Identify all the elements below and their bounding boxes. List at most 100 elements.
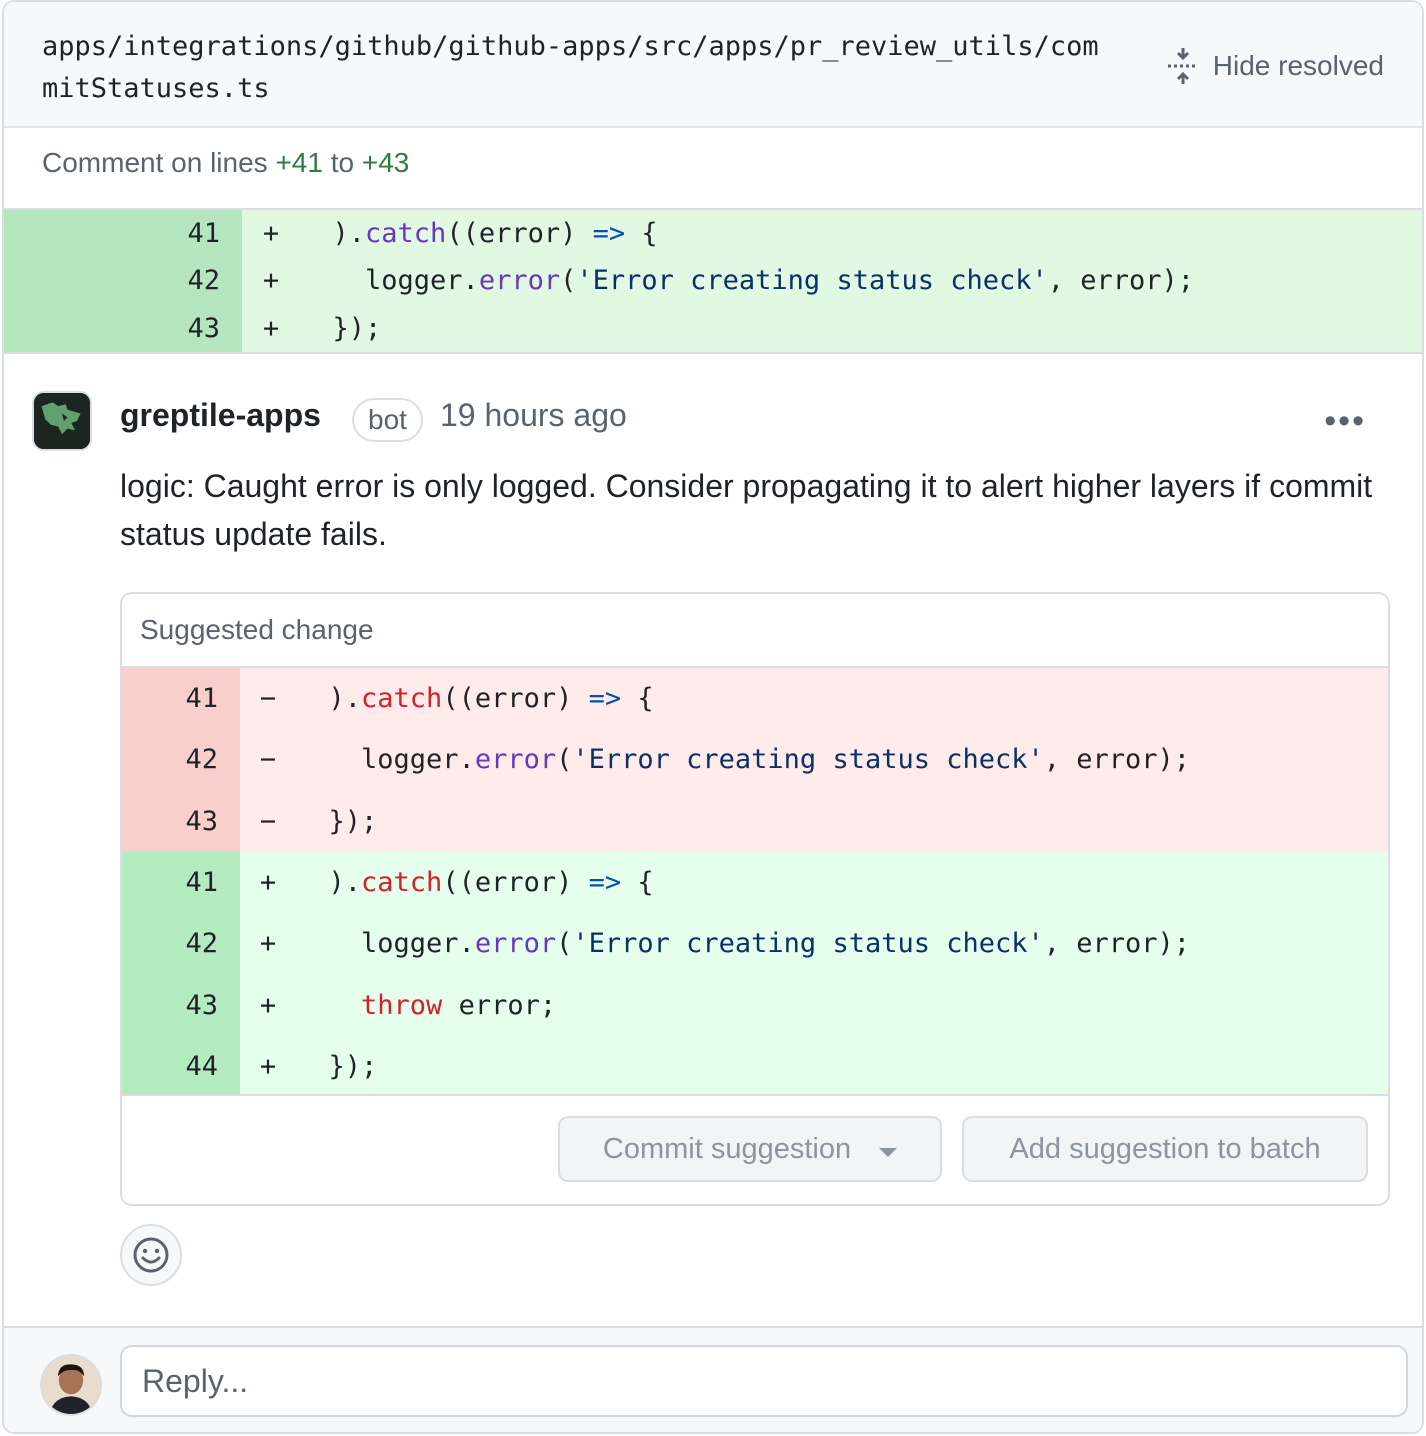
suggestion-diff: 41− ). catch ((error) => {42− logger. error…	[122, 668, 1388, 1098]
file-path[interactable]: apps/integrations/github/github-apps/src…	[42, 26, 1102, 110]
code-token: });	[296, 1050, 378, 1082]
code-token: , error);	[1043, 928, 1191, 960]
commit-suggestion-button[interactable]: Commit suggestion	[558, 1116, 942, 1182]
avatar[interactable]	[32, 391, 92, 451]
greptile-logo-icon	[34, 393, 90, 449]
comment-range-end: +43	[361, 147, 410, 178]
diff-sign: +	[259, 928, 277, 960]
hide-resolved-button[interactable]: Hide resolved	[1165, 42, 1384, 90]
suggested-change: Suggested change 41− ). catch ((error) => …	[120, 592, 1390, 1206]
code-token: ).	[296, 683, 362, 715]
code-token: ).	[300, 218, 366, 250]
comment-timestamp[interactable]: 19 hours ago	[440, 397, 627, 434]
add-to-batch-label: Add suggestion to batch	[1009, 1132, 1321, 1165]
code-token: catch	[365, 218, 447, 250]
code-token: =>	[588, 867, 622, 899]
code-token: error	[474, 744, 557, 776]
code-text: });	[296, 1036, 378, 1097]
line-number[interactable]: 42	[122, 913, 240, 975]
code-token: logger.	[296, 928, 475, 960]
diff-line: 41 + ). catch ((error) => {	[4, 210, 1422, 258]
comment-author[interactable]: greptile-apps	[120, 397, 321, 434]
code-token: 'Error creating status check'	[576, 265, 1048, 297]
code-token: catch	[361, 867, 443, 899]
code-text: });	[296, 791, 378, 852]
code-token: error	[478, 265, 561, 297]
reply-input[interactable]	[120, 1345, 1408, 1417]
code-token: , error);	[1043, 744, 1191, 776]
code-text: logger. error('Error creating status chec…	[300, 257, 1194, 304]
code-text: throw error;	[296, 974, 556, 1035]
code-token: logger.	[300, 265, 479, 297]
code-token: =>	[588, 683, 622, 715]
comment-body: logic: Caught error is only logged. Cons…	[120, 468, 1373, 552]
code-token: {	[621, 867, 654, 899]
code-token: error;	[442, 989, 557, 1021]
comment-range: Comment on lines +41 to +43	[42, 147, 409, 179]
smiley-icon	[133, 1237, 169, 1273]
diff-line: 41 + ). catch ((error) => {	[122, 851, 1388, 914]
avatar[interactable]	[40, 1354, 102, 1416]
diff-line: 42− logger. error('Error creating status …	[122, 729, 1388, 791]
suggestion-actions: Commit suggestion Add suggestion to batc…	[122, 1094, 1388, 1204]
add-reaction-button[interactable]	[120, 1224, 182, 1286]
diff-line: 44 + });	[122, 1035, 1388, 1098]
code-token: (	[556, 928, 573, 960]
code-text: logger. error('Error creating status chec…	[296, 913, 1190, 974]
code-text: logger. error('Error creating status chec…	[296, 729, 1190, 790]
diff-sign: +	[259, 867, 277, 899]
code-token: 'Error creating status check'	[572, 928, 1044, 960]
code-token: ((error)	[446, 218, 593, 250]
code-token: (	[560, 265, 577, 297]
line-number[interactable]: 43	[122, 974, 240, 1036]
code-token: 'Error creating status check'	[572, 744, 1044, 776]
line-number[interactable]: 41	[122, 668, 240, 730]
line-number[interactable]: 43	[122, 790, 240, 852]
code-token: });	[296, 805, 378, 837]
code-token: error	[474, 928, 557, 960]
diff-line: 43− });	[122, 790, 1388, 852]
line-number[interactable]: 42	[4, 257, 242, 305]
diff-line: 42 + logger. error('Error creating status …	[122, 913, 1388, 975]
code-token: ((error)	[442, 867, 589, 899]
code-token: =>	[592, 218, 626, 250]
bot-badge: bot	[352, 398, 423, 442]
line-number[interactable]: 42	[122, 729, 240, 791]
user-photo	[42, 1356, 100, 1414]
code-token: catch	[361, 683, 443, 715]
diff-sign: +	[262, 265, 280, 297]
context-diff: 41 + ). catch ((error) => {42 + logger. error…	[4, 208, 1422, 354]
comment-range-joiner: to	[330, 147, 355, 178]
triangle-down-icon[interactable]	[879, 1147, 898, 1157]
code-token: {	[621, 683, 654, 715]
review-thread-card: apps/integrations/github/github-apps/src…	[2, 0, 1424, 1434]
suggested-change-title: Suggested change	[122, 594, 1388, 668]
diff-line: 41− ). catch ((error) => {	[122, 668, 1388, 730]
code-text: });	[300, 305, 382, 352]
line-number[interactable]: 41	[4, 210, 242, 258]
code-token: ).	[296, 867, 362, 899]
line-number[interactable]: 41	[122, 851, 240, 914]
diff-sign: +	[259, 1050, 277, 1082]
code-text: ). catch ((error) => {	[296, 852, 654, 913]
kebab-horizontal-icon[interactable]: •••	[1324, 402, 1366, 441]
line-number[interactable]: 43	[4, 304, 242, 352]
diff-sign: +	[259, 989, 277, 1021]
code-token: throw	[361, 989, 443, 1021]
diff-sign: −	[259, 683, 277, 715]
fold-icon	[1167, 48, 1198, 84]
diff-line: 42 + logger. error('Error creating status …	[4, 257, 1422, 305]
code-token: });	[300, 312, 382, 344]
diff-sign: +	[262, 312, 280, 344]
line-number[interactable]: 44	[122, 1035, 240, 1098]
add-to-batch-button[interactable]: Add suggestion to batch	[962, 1116, 1368, 1182]
code-text: ). catch ((error) => {	[296, 668, 654, 729]
code-token: (	[556, 744, 573, 776]
code-token: logger.	[296, 744, 475, 776]
commit-suggestion-label: Commit suggestion	[602, 1132, 852, 1165]
code-text: ). catch ((error) => {	[300, 210, 658, 257]
code-token: ((error)	[442, 683, 589, 715]
code-token: {	[625, 218, 658, 250]
diff-sign: −	[259, 744, 277, 776]
